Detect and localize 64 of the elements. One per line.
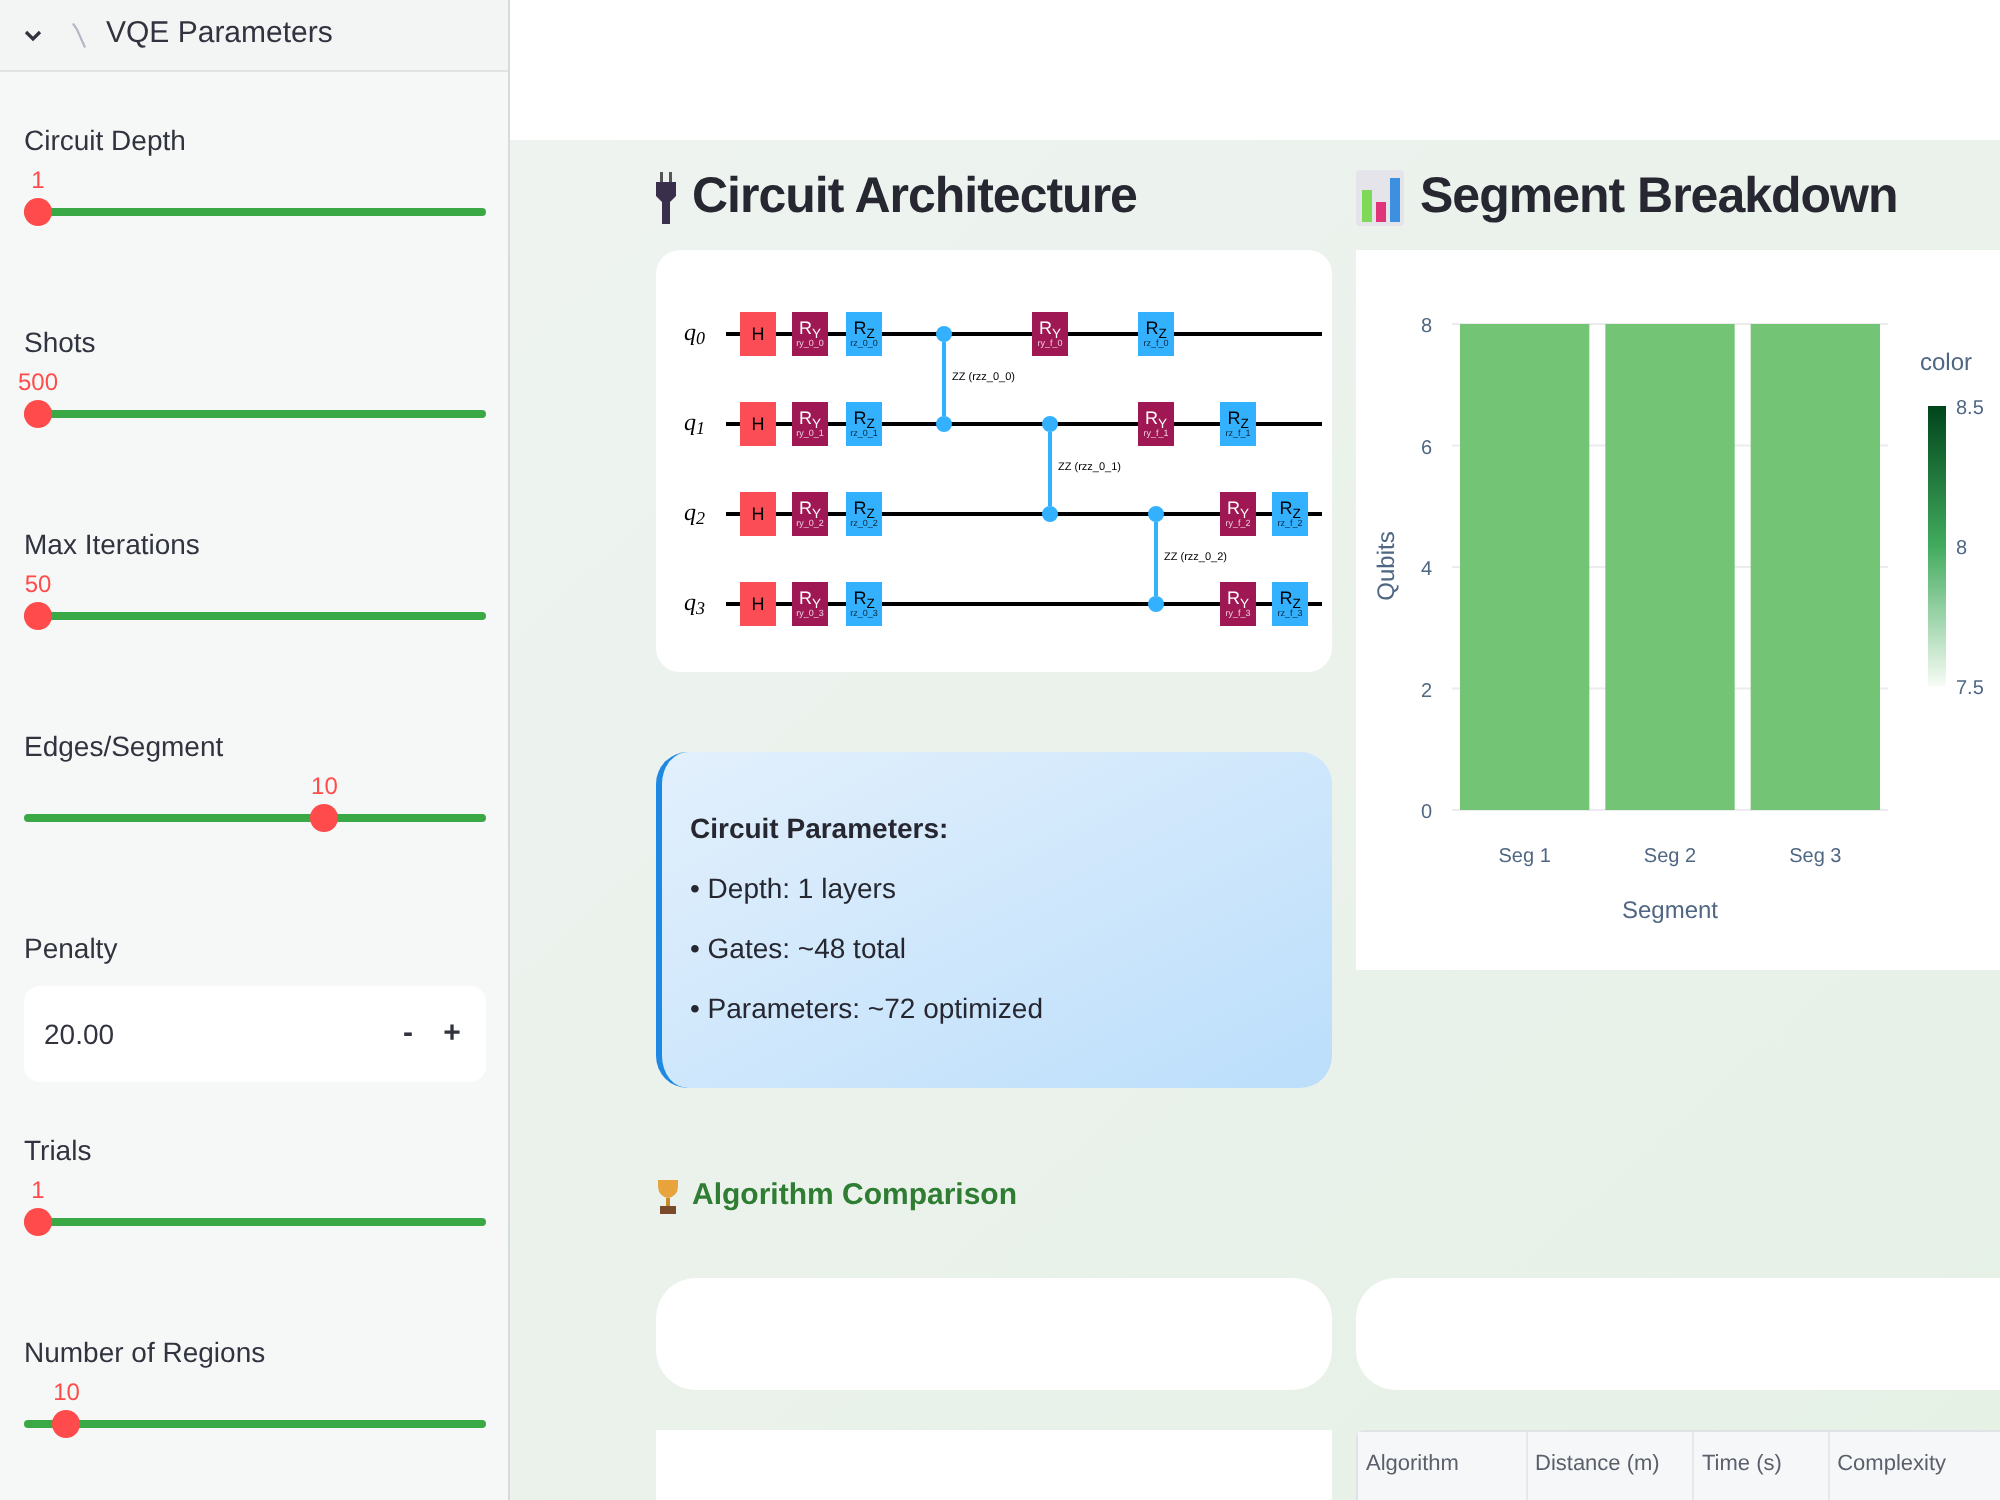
slider-value: 50 — [24, 568, 52, 600]
gate: H — [740, 402, 776, 446]
colorbar-tick-label: 8.5 — [1956, 398, 1984, 420]
column-header: Time (s) — [1694, 1432, 1830, 1500]
slider-value: 500 — [17, 366, 59, 398]
axis-tick-label: 6 — [1420, 437, 1432, 460]
slider-value: 10 — [311, 770, 338, 802]
axis-tick-label: 2 — [1420, 680, 1432, 703]
column-header: Distance (m) — [1527, 1432, 1694, 1500]
section-heading: Segment Breakdown — [1420, 165, 1898, 228]
slider-value: 1 — [31, 1174, 45, 1206]
control-label: Number of Regions — [24, 1334, 268, 1370]
axis-title: Qubits — [1372, 531, 1400, 601]
slider-thumb[interactable] — [24, 400, 52, 428]
section-heading: Algorithm Comparison — [692, 1175, 1018, 1216]
gate: H — [740, 582, 776, 626]
decrement-button[interactable]: - — [386, 1011, 430, 1057]
section-heading: Circuit Architecture — [692, 165, 1137, 228]
chevron-down-icon — [24, 29, 42, 41]
qubit-label: q$_{3}$ — [684, 588, 707, 616]
control-label: Trials — [24, 1132, 94, 1168]
axis-tick-label: Seg 2 — [1643, 846, 1697, 868]
increment-button[interactable]: + — [430, 1011, 474, 1057]
control-label: Circuit Depth — [24, 122, 188, 158]
colorbar-tick-label: 8 — [1956, 538, 1968, 560]
axis-title: Segment — [1621, 896, 1719, 924]
axis-tick-label: 8 — [1420, 316, 1432, 338]
axis-tick-label: Seg 1 — [1498, 846, 1551, 868]
slider-value: 1 — [31, 164, 45, 196]
axis-tick-label: 0 — [1420, 802, 1432, 824]
axis-tick-label: Seg 3 — [1789, 846, 1842, 868]
info-item: • Parameters: ~72 optimized — [690, 990, 1045, 1028]
control-label: Edges/Segment — [24, 728, 226, 764]
qubit-label: q$_{2}$ — [684, 498, 707, 526]
control-label: Shots — [24, 324, 98, 360]
info-item: • Gates: ~48 total — [690, 930, 909, 968]
zz-gate — [1148, 506, 1164, 612]
bar-chart-icon — [1356, 169, 1404, 225]
info-title: Circuit Parameters: — [690, 810, 951, 848]
info-item: • Depth: 1 layers — [690, 870, 898, 908]
colorbar-tick-label: 7.5 — [1956, 678, 1984, 700]
column-header: Algorithm — [1358, 1432, 1527, 1500]
slider-thumb[interactable] — [310, 804, 339, 832]
number-field[interactable]: 20.00 - + — [24, 986, 486, 1082]
slider-thumb[interactable] — [24, 198, 52, 226]
slider-value: 10 — [53, 1376, 80, 1408]
qubit-label: q$_{0}$ — [684, 318, 707, 346]
zz-gate — [1042, 416, 1058, 522]
trophy-icon — [656, 1179, 680, 1213]
zz-gate — [936, 326, 952, 432]
control-label: Max Iterations — [24, 526, 202, 562]
slider-thumb[interactable] — [52, 1410, 81, 1438]
control-label: Penalty — [24, 930, 120, 966]
axis-tick-label: 4 — [1420, 559, 1432, 581]
slider-track[interactable] — [24, 1420, 486, 1428]
slider-track[interactable] — [24, 814, 486, 822]
plug-icon — [656, 171, 676, 223]
qubit-label: q$_{1}$ — [684, 408, 707, 436]
slider-thumb[interactable] — [24, 602, 52, 630]
gate: H — [740, 492, 776, 536]
colorbar-title: color — [1920, 348, 1973, 376]
slider-thumb[interactable] — [24, 1208, 52, 1236]
column-header: Complexity — [1829, 1432, 2000, 1500]
gate: H — [740, 312, 776, 356]
